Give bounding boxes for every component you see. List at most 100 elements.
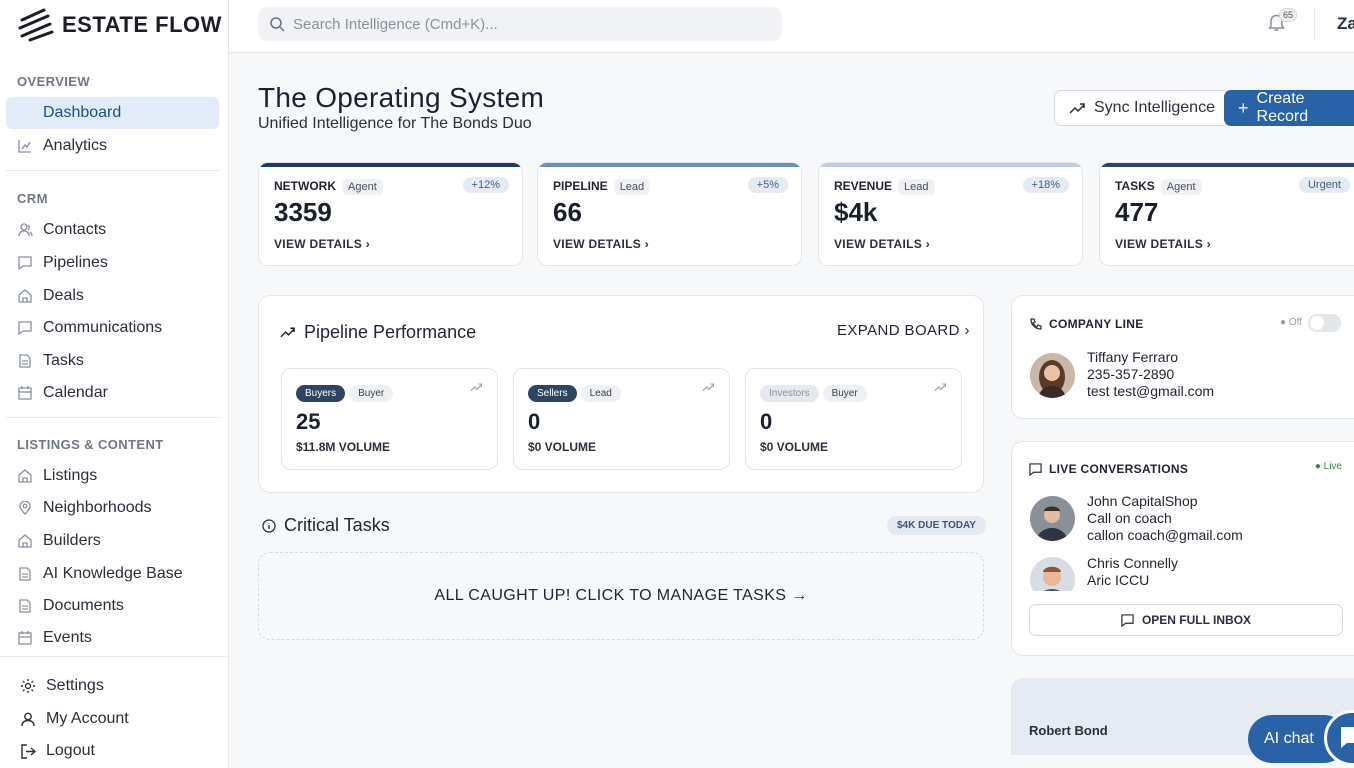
stat-chip: Lead <box>613 179 651 195</box>
pipeline-volume: $0 VOLUME <box>528 440 597 454</box>
view-details-link[interactable]: VIEW DETAILS › <box>1115 237 1211 251</box>
contact-name: Tiffany Ferraro <box>1087 349 1179 365</box>
view-details-link[interactable]: VIEW DETAILS › <box>553 237 649 251</box>
sidebar-item-communications[interactable]: Communications <box>6 312 219 344</box>
contact-info[interactable]: Tiffany Ferraro 235-357-2890 test test@g… <box>1087 349 1214 400</box>
stat-delta: Urgent <box>1298 177 1350 193</box>
sidebar-item-label: Contacts <box>43 221 107 238</box>
notification-badge: 65 <box>1279 8 1298 22</box>
chart-icon <box>17 138 33 154</box>
chevron-right-icon: › <box>925 237 930 251</box>
person-photo <box>1030 496 1075 541</box>
sidebar: ESTATE FLOW OVERVIEW Dashboard Analytics… <box>0 0 229 768</box>
stat-chip: Lead <box>898 179 935 195</box>
sidebar-item-my-account[interactable]: My Account <box>9 703 222 735</box>
live-status: ● Live <box>1314 461 1342 472</box>
stat-delta: +5% <box>747 177 788 193</box>
pipeline-performance-panel: Pipeline Performance EXPAND BOARD › Buye… <box>258 295 984 493</box>
brand-logo[interactable]: ESTATE FLOW <box>18 8 222 42</box>
link-label: VIEW DETAILS <box>274 237 363 251</box>
stat-card-tasks[interactable]: TASKS Agent Urgent 477 VIEW DETAILS › <box>1099 162 1354 266</box>
search-input[interactable] <box>293 15 753 33</box>
link-label: VIEW DETAILS <box>553 237 642 251</box>
info-icon <box>262 518 276 533</box>
sidebar-item-events[interactable]: Events <box>6 622 219 654</box>
due-badge: $4K DUE TODAY <box>887 516 986 535</box>
panel-title: Pipeline Performance <box>280 322 476 343</box>
sidebar-item-builders[interactable]: Builders <box>6 525 219 557</box>
users-icon <box>17 222 33 238</box>
conversation-line: Call on coach <box>1087 510 1172 526</box>
expand-board-button[interactable]: EXPAND BOARD › <box>837 322 970 339</box>
sidebar-item-contacts[interactable]: Contacts <box>6 214 219 246</box>
conversation-item[interactable]: Chris Connelly Aric ICCU <box>1087 555 1178 589</box>
sidebar-item-pipelines[interactable]: Pipelines <box>6 247 219 279</box>
panel-title-text: LIVE CONVERSATIONS <box>1049 462 1189 476</box>
pipeline-volume: $0 VOLUME <box>760 440 829 454</box>
stat-card-pipeline[interactable]: PIPELINE Lead +5% 66 VIEW DETAILS › <box>537 162 802 266</box>
company-line-panel: COMPANY LINE ● Off Tiffany Ferraro 235-3… <box>1011 295 1354 419</box>
stat-label: NETWORK Agent <box>274 179 383 195</box>
pipeline-count: 0 <box>760 409 773 434</box>
stat-value: $4k <box>834 197 878 227</box>
chevron-right-icon: › <box>644 237 649 251</box>
manage-tasks-dropzone[interactable]: ALL CAUGHT UP! CLICK TO MANAGE TASKS → <box>258 552 984 640</box>
line-status: ● Off <box>1280 317 1302 328</box>
stat-delta: +12% <box>462 177 509 193</box>
view-details-link[interactable]: VIEW DETAILS › <box>834 237 930 251</box>
stat-label: TASKS Agent <box>1115 179 1202 195</box>
person-photo <box>1030 557 1075 591</box>
sync-intelligence-button[interactable]: Sync Intelligence <box>1054 90 1230 126</box>
sidebar-item-neighborhoods[interactable]: Neighborhoods <box>6 492 219 524</box>
sidebar-item-logout[interactable]: Logout <box>9 735 222 767</box>
avatar[interactable] <box>1030 496 1075 541</box>
search-icon <box>270 16 285 32</box>
sidebar-item-documents[interactable]: Documents <box>6 590 219 622</box>
user-name[interactable]: Za <box>1337 14 1354 34</box>
calendar-icon <box>17 385 33 401</box>
trend-up-icon <box>702 383 715 392</box>
open-full-inbox-button[interactable]: OPEN FULL INBOX <box>1029 604 1343 636</box>
section-overview: OVERVIEW <box>17 74 91 89</box>
sidebar-item-ai-knowledge-base[interactable]: AI Knowledge Base <box>6 558 219 590</box>
search-bar[interactable] <box>258 7 782 41</box>
pipeline-card-investors[interactable]: Investors Buyer 0 $0 VOLUME <box>745 368 962 470</box>
pin-icon <box>17 500 33 516</box>
stat-card-network[interactable]: NETWORK Agent +12% 3359 VIEW DETAILS › <box>258 162 523 266</box>
avatar-clip <box>1030 557 1075 591</box>
sidebar-item-dashboard[interactable]: Dashboard <box>6 97 219 129</box>
sidebar-item-analytics[interactable]: Analytics <box>6 130 219 162</box>
sidebar-item-label: Listings <box>43 467 98 484</box>
pipeline-card-buyers[interactable]: Buyers Buyer 25 $11.8M VOLUME <box>281 368 498 470</box>
pipeline-count: 0 <box>528 409 541 434</box>
sidebar-item-settings[interactable]: Settings <box>9 670 222 702</box>
logo-icon <box>18 8 54 42</box>
sidebar-item-deals[interactable]: Deals <box>6 280 219 312</box>
sidebar-item-calendar[interactable]: Calendar <box>6 377 219 409</box>
trend-up-icon <box>470 383 483 392</box>
pipeline-card-sellers[interactable]: Sellers Lead 0 $0 VOLUME <box>513 368 730 470</box>
document-icon <box>17 353 33 369</box>
message-icon <box>1121 613 1134 627</box>
conversation-line: Aric ICCU <box>1087 572 1150 588</box>
conversation-item[interactable]: John CapitalShop Call on coach callon co… <box>1087 493 1243 544</box>
stat-value: 66 <box>553 197 582 227</box>
company-line-toggle[interactable] <box>1308 314 1341 332</box>
avatar[interactable] <box>1030 557 1075 591</box>
create-record-button[interactable]: + Create Record <box>1224 90 1354 126</box>
sidebar-item-label: Dashboard <box>43 104 122 121</box>
stat-value: 3359 <box>274 197 332 227</box>
stat-chip: Agent <box>1160 179 1202 195</box>
card-tags: Sellers Lead <box>528 383 621 402</box>
stat-card-revenue[interactable]: REVENUE Lead +18% $4k VIEW DETAILS › <box>818 162 1083 266</box>
sidebar-item-label: Calendar <box>43 384 108 401</box>
sidebar-item-listings[interactable]: Listings <box>6 460 219 492</box>
role-tag: Buyer <box>822 385 867 402</box>
pipeline-tag: Sellers <box>528 385 577 402</box>
view-details-link[interactable]: VIEW DETAILS › <box>274 237 370 251</box>
person-photo <box>1030 353 1075 398</box>
brand-name: ESTATE FLOW <box>62 12 222 37</box>
sidebar-item-tasks[interactable]: Tasks <box>6 345 219 377</box>
avatar[interactable] <box>1030 353 1075 398</box>
chevron-right-icon: › <box>365 237 370 251</box>
